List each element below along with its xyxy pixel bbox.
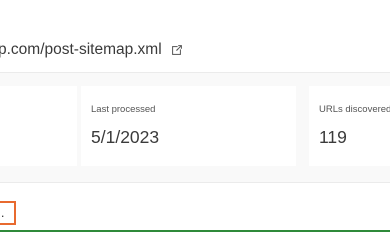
success-line [0,230,390,232]
stat-card-cut-off [0,86,77,166]
page-header: p.com/post-sitemap.xml [0,0,390,72]
urls-discovered-value: 119 [319,127,347,147]
urls-discovered-label: URLs discovered [319,104,390,115]
status-text: l. [0,205,5,220]
stat-card-urls-discovered: URLs discovered 119 [309,86,390,166]
status-row: l. [0,183,390,244]
last-processed-label: Last processed [91,104,156,115]
stats-panel: Last processed 5/1/2023 URLs discovered … [0,72,390,183]
stat-card-last-processed: Last processed 5/1/2023 [81,86,296,166]
sitemap-url-link[interactable]: p.com/post-sitemap.xml [0,41,182,59]
external-link-icon[interactable] [171,45,182,55]
sitemap-url-text[interactable]: p.com/post-sitemap.xml [0,41,162,59]
last-processed-value: 5/1/2023 [91,127,160,147]
